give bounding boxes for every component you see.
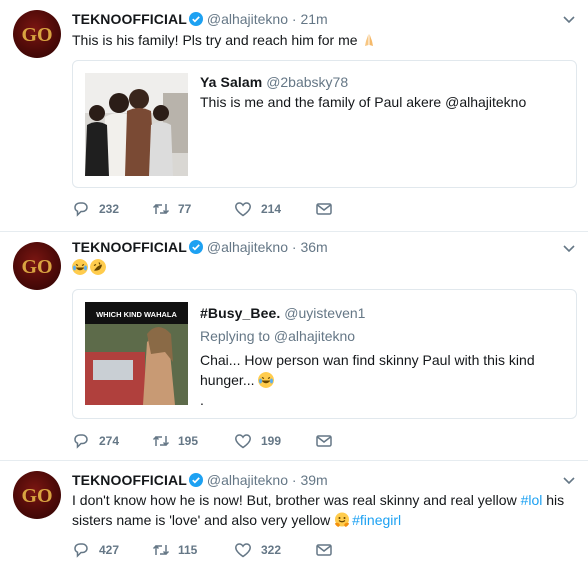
like-icon [235, 434, 251, 449]
like-count: 214 [261, 202, 282, 216]
quoted-tweet-text: This is me and the family of Paul akere … [200, 94, 527, 110]
separator: · [291, 239, 297, 255]
tweet-actions: 427 115 322 [72, 540, 392, 560]
tweet-text: This is his family! Pls try and reach hi… [72, 30, 379, 50]
direct-message-icon [316, 435, 332, 447]
tweet[interactable]: GO TEKNOOFFICIAL @alhajitekno · 39m I don… [0, 461, 588, 583]
quoted-tweet[interactable]: Ya Salam @2babsky78 This is me and the f… [72, 60, 577, 188]
reply-icon [74, 434, 88, 449]
reply-count: 427 [99, 543, 120, 557]
tweet[interactable]: GO TEKNOOFFICIAL @alhajitekno · 36m WHICH… [0, 232, 588, 461]
quoted-tweet-header: Ya Salam @2babsky78 [200, 72, 348, 92]
retweet-icon [152, 544, 170, 556]
quoted-tweet-text-line-1: Chai... How person wan find skinny Paul … [200, 352, 535, 368]
author-name[interactable]: TEKNOOFFICIAL [72, 11, 187, 27]
quoted-tweet-text-line-3: . [200, 392, 204, 408]
avatar[interactable]: GO [13, 242, 61, 290]
quoted-author-name[interactable]: Ya Salam [200, 74, 262, 90]
tweet-text-line-2: sisters name is 'love' and also very yel… [72, 512, 402, 528]
reply-count: 232 [99, 202, 120, 216]
direct-message-button[interactable] [315, 431, 333, 451]
hugging-face-emoji-icon [334, 512, 350, 528]
reply-icon [74, 202, 88, 217]
verified-badge-icon [188, 473, 203, 487]
author-name[interactable]: TEKNOOFFICIAL [72, 472, 187, 488]
retweet-icon [152, 203, 170, 215]
avatar[interactable]: GO [13, 10, 61, 58]
svg-text:GO: GO [21, 485, 52, 507]
retweet-count: 115 [178, 543, 198, 557]
tweet-text [72, 257, 108, 277]
tweet-text: I don't know how he is now! But, brother… [72, 490, 577, 530]
separator: · [291, 11, 297, 27]
direct-message-button[interactable] [315, 540, 333, 560]
timestamp[interactable]: 21m [300, 11, 327, 27]
reply-icon [74, 543, 88, 558]
quoted-author-handle[interactable]: @2babsky78 [266, 74, 348, 90]
caret-down-icon[interactable] [562, 241, 576, 255]
quoted-tweet-header: #Busy_Bee. @uyisteven1 [200, 303, 365, 323]
avatar[interactable]: GO [13, 471, 61, 519]
image-caption: WHICH KIND WAHALA [96, 310, 177, 319]
timestamp[interactable]: 36m [300, 239, 327, 255]
svg-text:GO: GO [21, 24, 52, 46]
tweet-actions: 232 77 214 [72, 199, 392, 219]
tweet-header: TEKNOOFFICIAL @alhajitekno · 21m [72, 9, 328, 29]
rofl-emoji-icon [90, 259, 106, 275]
like-count: 199 [261, 434, 282, 448]
verified-badge-icon [188, 240, 203, 254]
quoted-tweet[interactable]: WHICH KIND WAHALA #Busy_Bee. @uyisteven1… [72, 289, 577, 419]
tweet-text-line-1: I don't know how he is now! But, brother… [72, 492, 565, 508]
quoted-author-name[interactable]: #Busy_Bee. [200, 305, 280, 321]
timestamp[interactable]: 39m [300, 472, 327, 488]
author-handle[interactable]: @alhajitekno [207, 11, 288, 27]
direct-message-icon [316, 203, 332, 215]
reply-count: 274 [99, 434, 120, 448]
quoted-tweet-image[interactable] [85, 73, 188, 176]
like-count: 322 [261, 543, 282, 557]
author-name[interactable]: TEKNOOFFICIAL [72, 239, 187, 255]
direct-message-button[interactable] [315, 199, 333, 219]
tweet[interactable]: GO TEKNOOFFICIAL @alhajitekno · 21m This … [0, 0, 588, 232]
joy-emoji-icon [258, 372, 275, 388]
caret-down-icon[interactable] [562, 12, 576, 26]
verified-badge-icon [188, 12, 203, 26]
author-handle[interactable]: @alhajitekno [207, 239, 288, 255]
joy-emoji-icon [72, 259, 88, 275]
author-handle[interactable]: @alhajitekno [207, 472, 288, 488]
separator: · [291, 472, 297, 488]
tweet-actions: 274 195 199 [72, 431, 392, 451]
quoted-tweet-image[interactable]: WHICH KIND WAHALA [85, 302, 188, 405]
like-icon [235, 202, 251, 217]
replying-to[interactable]: Replying to @alhajitekno [200, 326, 355, 346]
retweet-icon [152, 435, 170, 447]
svg-text:GO: GO [21, 256, 52, 278]
retweet-count: 77 [178, 202, 192, 216]
direct-message-icon [316, 544, 332, 556]
folded-hands-emoji-icon [365, 34, 374, 46]
quoted-tweet-text-line-2: hunger... [200, 370, 276, 390]
tweet-header: TEKNOOFFICIAL @alhajitekno · 36m [72, 237, 328, 257]
quoted-author-handle[interactable]: @uyisteven1 [284, 305, 365, 321]
retweet-count: 195 [178, 434, 199, 448]
tweet-header: TEKNOOFFICIAL @alhajitekno · 39m [72, 470, 328, 490]
hashtag-lol[interactable]: #lol [521, 492, 543, 508]
caret-down-icon[interactable] [562, 473, 576, 487]
hashtag-finegirl[interactable]: #finegirl [352, 512, 401, 528]
like-icon [235, 543, 251, 558]
